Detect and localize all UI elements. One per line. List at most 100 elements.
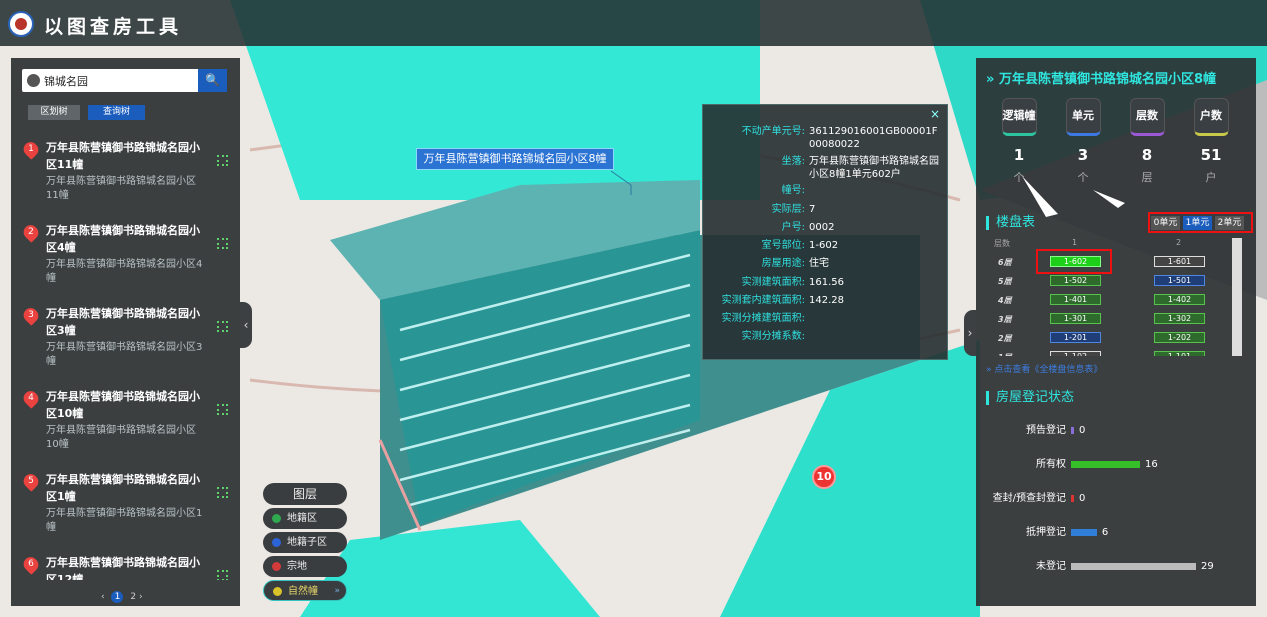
- close-icon[interactable]: ×: [930, 107, 940, 121]
- layer-cadastral-area[interactable]: 地籍区: [263, 508, 347, 529]
- registration-bar-row: 查封/预查封登记 0: [976, 492, 1256, 506]
- building-label[interactable]: 万年县陈营镇御书路锦城名园小区8幢: [416, 148, 614, 170]
- map-marker[interactable]: 10: [812, 465, 836, 489]
- pin-icon: 1: [20, 139, 42, 160]
- tab-query-tree[interactable]: 查询树: [88, 105, 145, 120]
- bar-label: 预告登记: [1026, 425, 1066, 436]
- layer-dot-icon: [272, 538, 281, 547]
- room-cell[interactable]: 1-202: [1154, 332, 1205, 343]
- qrcode-icon[interactable]: [217, 404, 228, 415]
- list-item-subtitle: 万年县陈营镇御书路锦城名园小区1幢: [46, 508, 203, 533]
- unit-info-popup: × 不动产单元号: 361129016001GB00001F00080022 坐落…: [702, 104, 948, 360]
- right-panel: » 万年县陈营镇御书路锦城名园小区8幢 逻辑幢 1个 单元 3个 层数 8层 户…: [976, 58, 1256, 606]
- qrcode-icon[interactable]: [217, 570, 228, 580]
- next-page-button[interactable]: ›: [139, 592, 143, 602]
- qrcode-icon[interactable]: [217, 238, 228, 249]
- highlight-box: [1036, 249, 1112, 274]
- qrcode-icon[interactable]: [217, 155, 228, 166]
- floor-table-title: 楼盘表: [986, 216, 1035, 230]
- room-cell[interactable]: 1-402: [1154, 294, 1205, 305]
- stat-floors: 层数 8层: [1122, 98, 1172, 185]
- tab-district-tree[interactable]: 区划树: [28, 105, 80, 120]
- collapse-right-panel-button[interactable]: ›: [964, 310, 976, 356]
- pin-icon: 3: [20, 305, 42, 326]
- registration-bar-row: 抵押登记 6: [976, 526, 1256, 540]
- floor-table-header: 层数 1 2: [994, 238, 1182, 248]
- room-cell[interactable]: 1-302: [1154, 313, 1205, 324]
- stat-logical-building: 逻辑幢 1个: [994, 98, 1044, 185]
- bar-value: 0: [1079, 425, 1086, 436]
- list-item-subtitle: 万年县陈营镇御书路锦城名园小区11幢: [46, 176, 196, 201]
- search-input[interactable]: [44, 72, 202, 89]
- highlight-box: [1148, 212, 1253, 233]
- app-logo: [8, 11, 34, 37]
- app-title: 以图查房工具: [44, 16, 183, 38]
- floor-row: 6层 1-602 1-601: [986, 256, 1242, 268]
- qrcode-icon[interactable]: [217, 487, 228, 498]
- stat-units: 单元 3个: [1058, 98, 1108, 185]
- registration-bar-row: 所有权 16: [976, 458, 1256, 472]
- layer-panel: 图层 地籍区 地籍子区 宗地 自然幢»: [263, 483, 347, 601]
- layer-dot-icon: [272, 514, 281, 523]
- list-item-subtitle: 万年县陈营镇御书路锦城名园小区3幢: [46, 342, 203, 367]
- floor-row: 2层 1-201 1-202: [986, 332, 1242, 344]
- room-cell[interactable]: 1-601: [1154, 256, 1205, 267]
- pin-icon: 4: [20, 388, 42, 409]
- floor-row: 4层 1-401 1-402: [986, 294, 1242, 306]
- bar-label: 查封/预查封登记: [992, 493, 1066, 504]
- search-box: [22, 69, 207, 92]
- layer-natural-building[interactable]: 自然幢»: [263, 580, 347, 601]
- layer-cadastral-subarea[interactable]: 地籍子区: [263, 532, 347, 553]
- room-cell[interactable]: 1-301: [1050, 313, 1101, 324]
- registration-bar-row: 未登记 29: [976, 560, 1256, 574]
- floor-row: 3层 1-301 1-302: [986, 313, 1242, 325]
- room-cell[interactable]: 1-502: [1050, 275, 1101, 286]
- list-item-title: 万年县陈营镇御书路锦城名园小区4幢: [46, 224, 200, 254]
- layer-parcel[interactable]: 宗地: [263, 556, 347, 577]
- location-icon: [27, 74, 40, 87]
- search-button[interactable]: 🔍: [198, 69, 227, 92]
- floor-row: 5层 1-502 1-501: [986, 275, 1242, 287]
- bar-value: 6: [1101, 527, 1109, 538]
- list-item-subtitle: 万年县陈营镇御书路锦城名园小区4幢: [46, 259, 203, 284]
- stat-badge-icon: 单元: [1065, 98, 1101, 136]
- building-title: » 万年县陈营镇御书路锦城名园小区8幢: [986, 72, 1216, 87]
- page-1-button[interactable]: 1: [111, 591, 124, 603]
- stat-badge-icon: 逻辑幢: [1001, 98, 1037, 136]
- stat-badge-icon: 户数: [1193, 98, 1229, 136]
- list-item[interactable]: 6 万年县陈营镇御书路锦城名园小区12幢: [21, 554, 233, 580]
- double-chevron-icon: »: [334, 586, 340, 596]
- prev-page-button[interactable]: ‹: [101, 592, 105, 602]
- full-table-link[interactable]: » 点击查看《全楼盘信息表》: [986, 362, 1102, 375]
- room-cell[interactable]: 1-501: [1154, 275, 1205, 286]
- left-panel: 🔍 区划树 查询树 1 万年县陈营镇御书路锦城名园小区11幢 万年县陈营镇御书路…: [11, 58, 240, 606]
- pin-icon: 5: [20, 471, 42, 492]
- collapse-left-panel-button[interactable]: ‹: [240, 302, 252, 348]
- bar-value: 16: [1144, 459, 1158, 470]
- bar-label: 未登记: [1036, 561, 1066, 572]
- list-item-title: 万年县陈营镇御书路锦城名园小区11幢: [46, 141, 200, 171]
- floor-table-scrollbar[interactable]: [1232, 238, 1242, 356]
- list-item-title: 万年县陈营镇御书路锦城名园小区3幢: [46, 307, 200, 337]
- pin-icon: 6: [21, 554, 42, 575]
- room-cell[interactable]: 1-401: [1050, 294, 1101, 305]
- bar: [1071, 529, 1097, 536]
- room-cell[interactable]: 1-201: [1050, 332, 1101, 343]
- app-header: 以图查房工具: [0, 0, 1267, 46]
- layer-dot-icon: [272, 562, 281, 571]
- layer-panel-title: 图层: [263, 483, 347, 505]
- bar: [1071, 427, 1074, 434]
- bar-label: 抵押登记: [1026, 527, 1066, 538]
- page-2-button[interactable]: 2: [130, 592, 136, 602]
- stat-households: 户数 51 户: [1186, 98, 1236, 185]
- registration-bar-row: 预告登记 0: [976, 424, 1256, 438]
- bar: [1071, 563, 1196, 570]
- registration-status-title: 房屋登记状态: [986, 391, 1074, 405]
- room-cell[interactable]: 1-102: [1050, 351, 1101, 356]
- bar-label: 所有权: [1036, 459, 1066, 470]
- qrcode-icon[interactable]: [217, 321, 228, 332]
- pagination: ‹ 1 2 ›: [101, 591, 143, 603]
- room-cell[interactable]: 1-101: [1154, 351, 1205, 356]
- list-item-title: 万年县陈营镇御书路锦城名园小区10幢: [46, 390, 200, 420]
- layer-dot-icon: [273, 587, 282, 596]
